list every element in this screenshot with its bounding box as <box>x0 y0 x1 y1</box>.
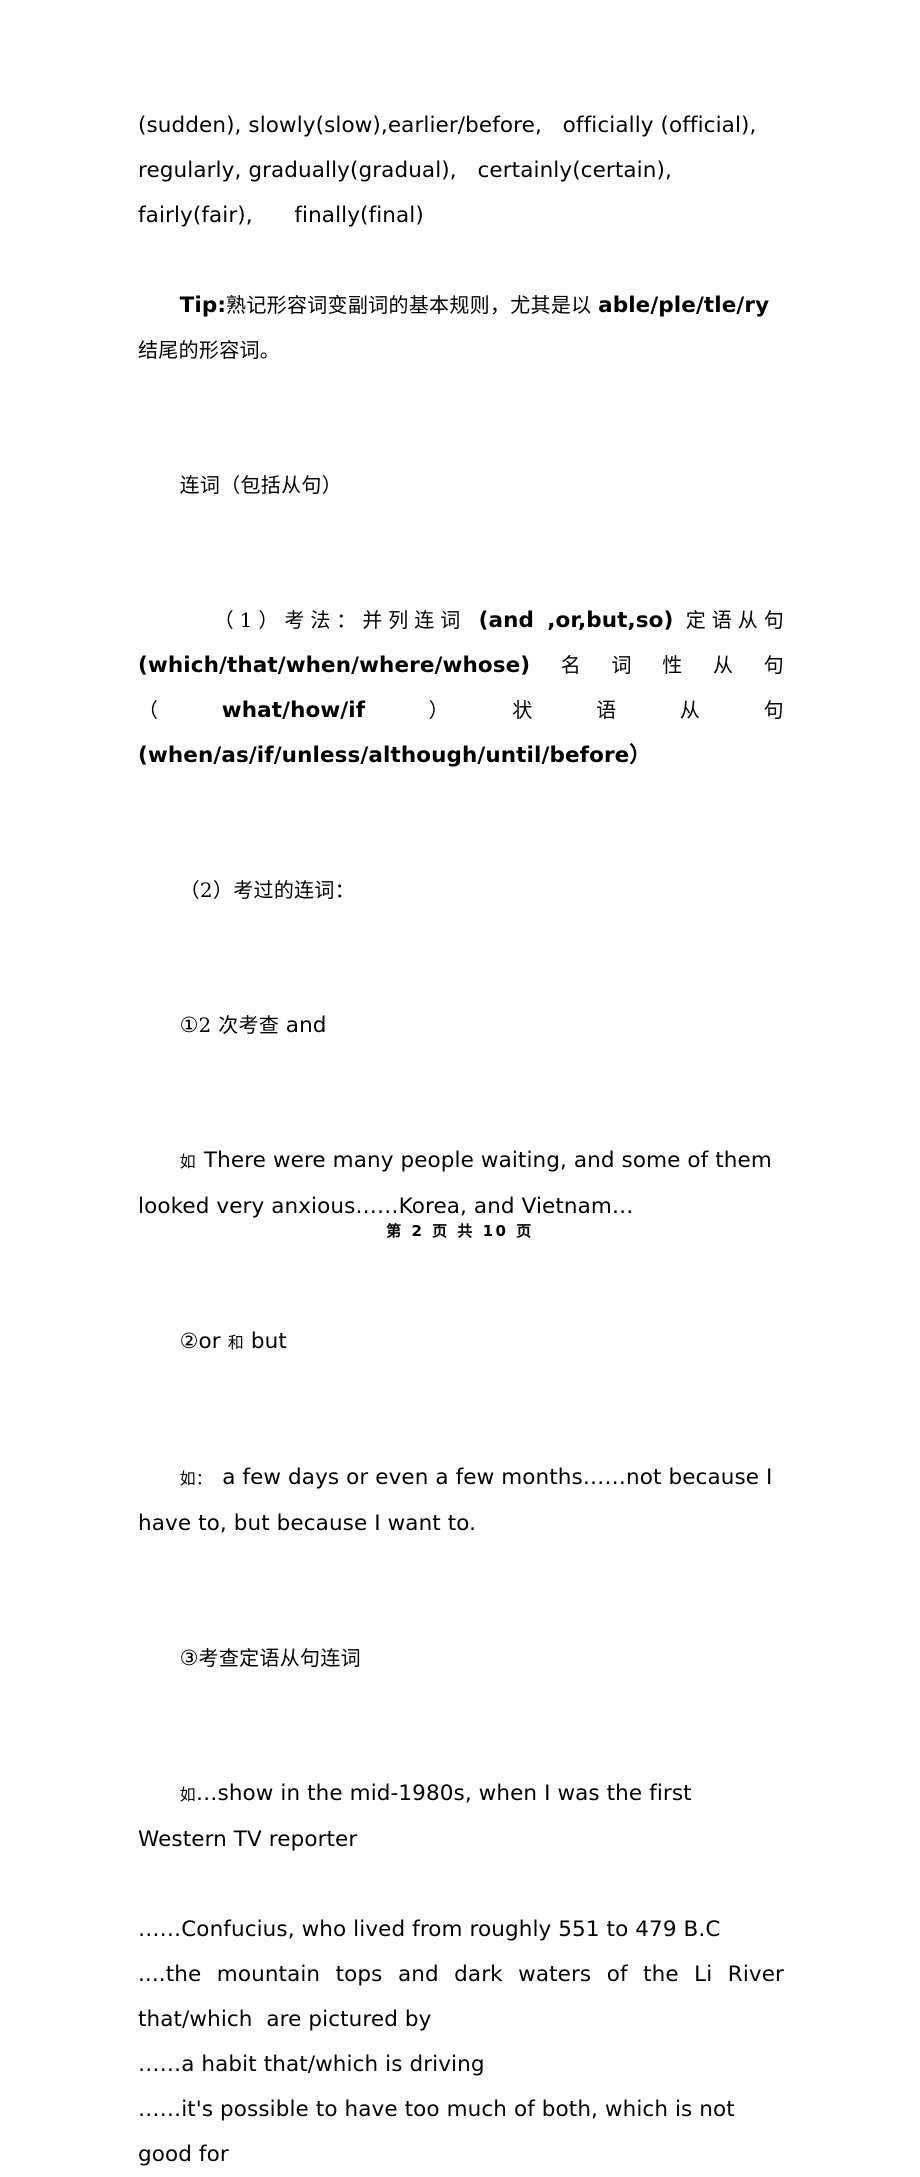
sub-item-1: ①2 次考查 and <box>138 958 784 1093</box>
example-3-line-3: ....the mountain tops and dark waters of… <box>138 1962 791 2032</box>
adverb-list-line-1: (sudden), slowly(slow),earlier/before, o… <box>138 113 757 138</box>
document-page: (sudden), slowly(slow),earlier/before, o… <box>0 0 920 2167</box>
sub-item-1-marker: ① <box>179 1013 199 1037</box>
item-1-text-a: 并列连词 <box>362 608 479 632</box>
item-1-text-f: what/how/if <box>221 698 366 723</box>
sub-item-2-text-en-1: or <box>198 1329 228 1354</box>
example-1-paragraph: 如 There were many people waiting, and som… <box>138 1093 784 1274</box>
sub-item-2-text-en-2: but <box>244 1329 287 1354</box>
item-2-paragraph: （2）考过的连词： <box>138 823 784 958</box>
item-1-text-c: 定语从句 <box>673 608 785 632</box>
adverb-list-line-3: fairly(fair), finally(final) <box>138 203 424 228</box>
tip-label: Tip: <box>179 293 227 318</box>
sub-item-2-marker: ② <box>179 1329 199 1353</box>
example-2-marker: 如： <box>179 1469 213 1488</box>
sub-item-2-text-cn: 和 <box>227 1333 244 1352</box>
section-heading-label: 连词（包括从句） <box>179 473 343 497</box>
sub-item-3: ③考查定语从句连词 <box>138 1591 784 1726</box>
item-1-text-d: (which/that/when/where/whose) <box>138 653 531 678</box>
item-1-text-b: (and ,or,but,so) <box>478 608 674 633</box>
section-heading-conjunctions: 连词（包括从句） <box>138 418 784 553</box>
example-3-line-1: 如…show in the mid-1980s, when I was the … <box>138 1726 784 1907</box>
tip-paragraph: Tip:熟记形容词变副词的基本规则，尤其是以 able/ple/tle/ry 结… <box>138 238 784 418</box>
adverb-list-line-2: regularly, gradually(gradual), certainly… <box>138 158 672 183</box>
example-2-text: a few days or even a few months……not bec… <box>138 1465 780 1536</box>
sub-item-3-text-cn: 考查定语从句连词 <box>198 1646 361 1670</box>
item-1-paragraph: （1）考法：并列连词 (and ,or,but,so) 定语从句 (which/t… <box>138 553 784 823</box>
example-3-line-2: ……Confucius, who lived from roughly 551 … <box>138 1917 721 1942</box>
item-1-text-g: ）状语从句 <box>365 698 791 722</box>
example-1-marker: 如 <box>179 1152 196 1171</box>
page-footer: 第 2 页 共 10 页 <box>0 1220 920 1241</box>
document-body: (sudden), slowly(slow),earlier/before, o… <box>138 103 784 2177</box>
example-3-text-1: …show in the mid-1980s, when I was the f… <box>138 1781 699 1852</box>
example-3-line-5: ……it's possible to have too much of both… <box>138 2097 742 2167</box>
page-number-label: 第 2 页 共 10 页 <box>386 1222 534 1240</box>
sub-item-1-text-cn: 2 次考查 <box>198 1013 286 1037</box>
example-3-marker: 如 <box>179 1785 196 1804</box>
item-2-marker: （2）考过的连词： <box>179 878 356 902</box>
item-1-text-h: (when/as/if/unless/although/until/before… <box>138 743 651 768</box>
sub-item-2: ②or 和 but <box>138 1274 784 1410</box>
tip-suffix-list: able/ple/tle/ry <box>598 293 770 318</box>
sub-item-1-text-en: and <box>285 1013 327 1038</box>
tip-text-cn-1: 熟记形容词变副词的基本规则，尤其是以 <box>226 293 599 317</box>
example-1-text: There were many people waiting, and some… <box>138 1148 779 1219</box>
sub-item-3-marker: ③ <box>179 1646 199 1670</box>
example-2-paragraph: 如： a few days or even a few months……not b… <box>138 1410 784 1591</box>
item-1-marker: （1）考法： <box>213 608 363 632</box>
example-3-line-4: ……a habit that/which is driving <box>138 2052 485 2077</box>
adverb-list-paragraph: (sudden), slowly(slow),earlier/before, o… <box>138 103 784 238</box>
